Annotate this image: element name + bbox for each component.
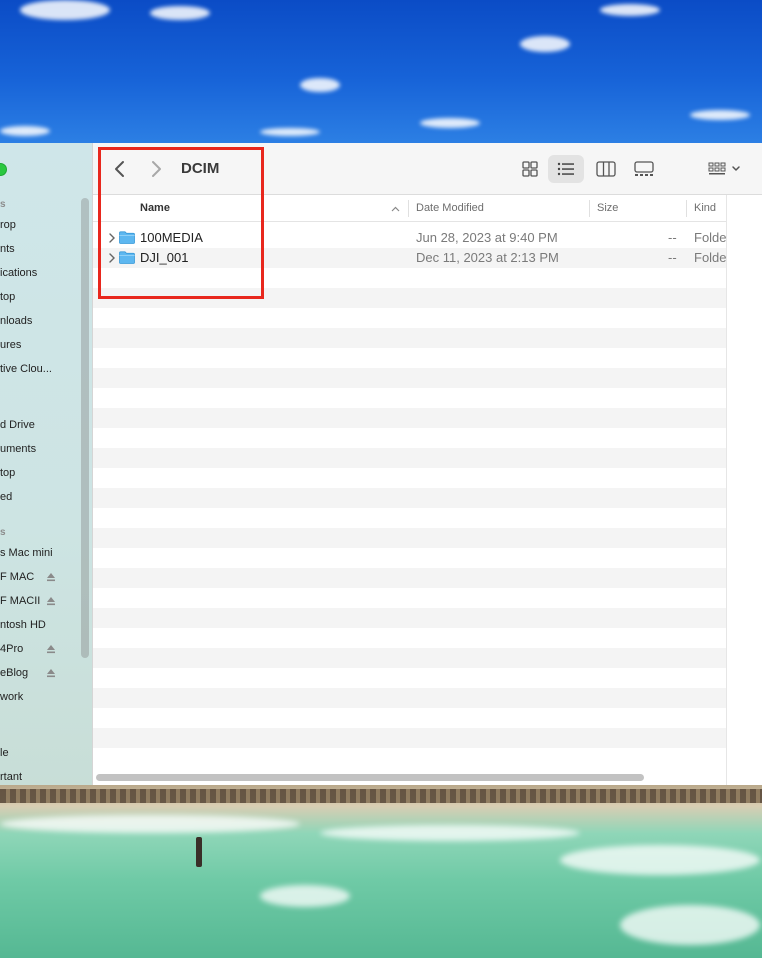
file-date: Jun 28, 2023 at 9:40 PM	[416, 230, 558, 245]
sidebar-item-drive-mac[interactable]: F MAC	[0, 567, 34, 587]
group-icon	[708, 162, 740, 175]
view-columns-button[interactable]	[588, 155, 624, 183]
table-row[interactable]: DJI_001 Dec 11, 2023 at 2:13 PM -- Folde…	[93, 248, 726, 268]
desktop-wallpaper-sky	[0, 0, 762, 143]
horizontal-scrollbar[interactable]	[96, 774, 644, 781]
chevron-up-icon	[391, 206, 400, 212]
toolbar: DCIM	[93, 143, 762, 195]
eject-icon[interactable]	[46, 644, 56, 654]
column-header-date-modified[interactable]: Date Modified	[416, 202, 484, 214]
sidebar-item-macintosh-hd[interactable]: ntosh HD	[0, 615, 46, 635]
grid-icon	[522, 161, 538, 177]
sidebar-section-label: s	[0, 527, 6, 538]
window-title: DCIM	[181, 160, 220, 177]
sidebar-section-label: s	[0, 199, 6, 210]
sidebar-item-tag-important[interactable]: rtant	[0, 767, 22, 785]
file-size: --	[668, 250, 677, 265]
sidebar-item-icloud-drive[interactable]: d Drive	[0, 415, 35, 435]
list-header: Name Date Modified Size Kind	[93, 195, 726, 222]
file-kind: Folder	[694, 230, 726, 245]
sidebar-item-tag-purple[interactable]: le	[0, 743, 9, 763]
folder-icon	[119, 231, 135, 244]
eject-icon[interactable]	[46, 572, 56, 582]
column-header-name[interactable]: Name	[140, 202, 170, 214]
eject-icon[interactable]	[46, 668, 56, 678]
sidebar-item-network[interactable]: work	[0, 687, 23, 707]
list-icon	[557, 162, 574, 176]
sidebar-scrollbar[interactable]	[81, 198, 89, 658]
eject-icon[interactable]	[46, 596, 56, 606]
sidebar-item-eblog[interactable]: eBlog	[0, 663, 28, 683]
chevron-left-icon[interactable]	[113, 159, 127, 179]
column-header-size[interactable]: Size	[597, 202, 618, 214]
sidebar-item-icloud-desktop[interactable]: top	[0, 463, 15, 483]
sidebar-item-drive-macii[interactable]: F MACII	[0, 591, 40, 611]
sidebar-item-airdrop[interactable]: rop	[0, 215, 16, 235]
sidebar-item-mac-mini[interactable]: s Mac mini	[0, 543, 53, 563]
view-list-button[interactable]	[548, 155, 584, 183]
column-header-kind[interactable]: Kind	[694, 202, 716, 214]
finder-window: s rop nts ications top nloads ures tive …	[0, 143, 762, 785]
gallery-icon	[634, 161, 654, 176]
file-name: DJI_001	[140, 250, 189, 265]
sidebar-item-downloads[interactable]: nloads	[0, 311, 32, 331]
view-gallery-button[interactable]	[626, 155, 662, 183]
columns-icon	[596, 161, 616, 177]
file-name: 100MEDIA	[140, 230, 203, 245]
folder-icon	[119, 251, 135, 264]
group-menu-button[interactable]	[701, 155, 749, 183]
file-list: 100MEDIA Jun 28, 2023 at 9:40 PM -- Fold…	[93, 228, 726, 768]
sidebar-item-recents[interactable]: nts	[0, 239, 15, 259]
sidebar-item-documents[interactable]: uments	[0, 439, 36, 459]
desktop-wallpaper-beach	[0, 785, 762, 958]
zoom-button[interactable]	[0, 163, 7, 176]
sidebar: s rop nts ications top nloads ures tive …	[0, 143, 93, 785]
sidebar-item-pictures[interactable]: ures	[0, 335, 21, 355]
table-row[interactable]: 100MEDIA Jun 28, 2023 at 9:40 PM -- Fold…	[93, 228, 726, 248]
sidebar-item-shared[interactable]: ed	[0, 487, 12, 507]
file-kind: Folder	[694, 250, 726, 265]
disclosure-chevron-icon[interactable]	[108, 232, 116, 244]
disclosure-chevron-icon[interactable]	[108, 252, 116, 264]
sidebar-item-applications[interactable]: ications	[0, 263, 37, 283]
right-pane	[726, 195, 762, 785]
view-icons-button[interactable]	[512, 155, 548, 183]
file-date: Dec 11, 2023 at 2:13 PM	[416, 250, 559, 265]
chevron-right-icon[interactable]	[149, 159, 163, 179]
sidebar-item-desktop[interactable]: top	[0, 287, 15, 307]
sidebar-item-creative-cloud[interactable]: tive Clou...	[0, 359, 52, 379]
file-size: --	[668, 230, 677, 245]
sidebar-item-4pro[interactable]: 4Pro	[0, 639, 23, 659]
